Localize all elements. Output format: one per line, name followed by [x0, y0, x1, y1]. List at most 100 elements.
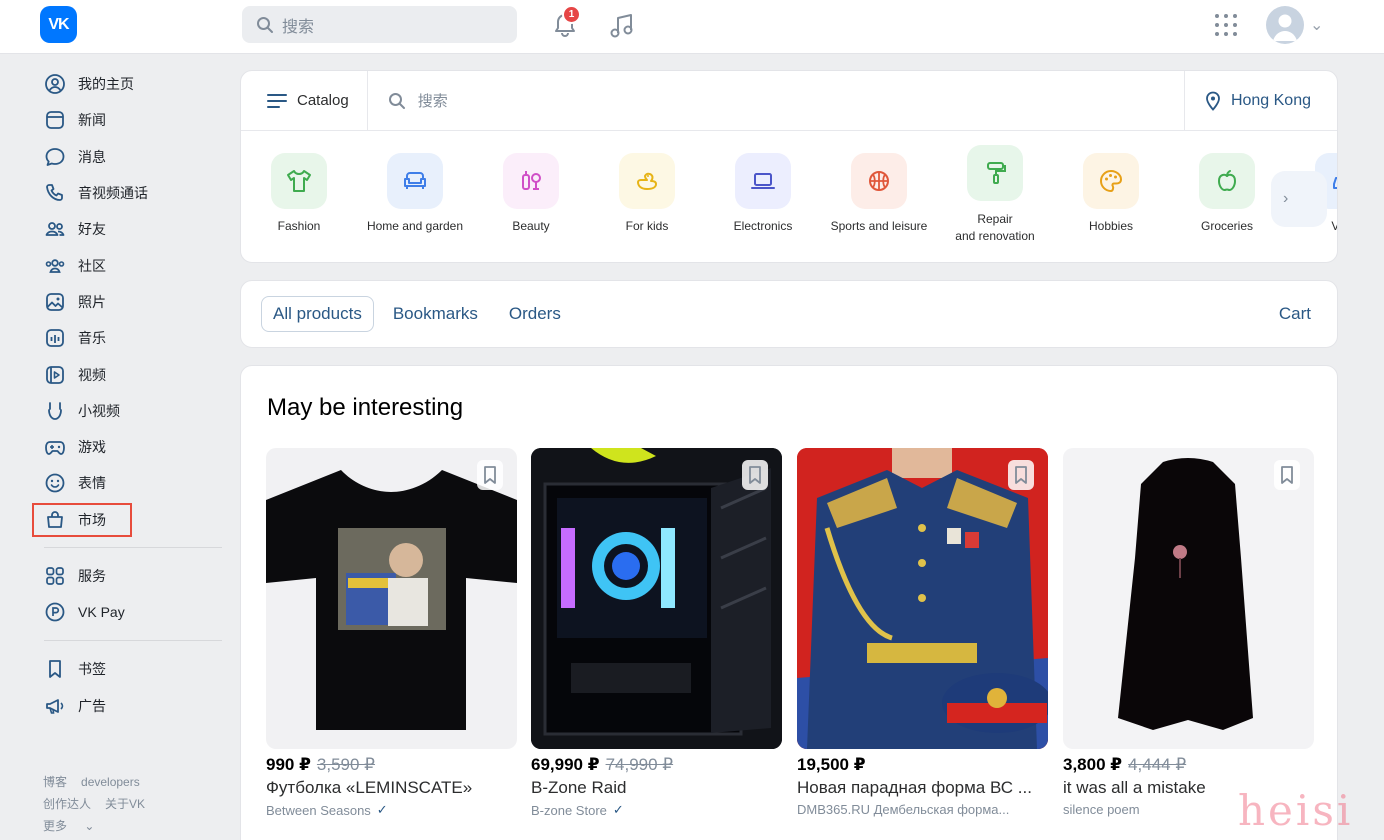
footer-link-more[interactable]: 更多 ⌄ [43, 819, 108, 833]
category-electronics[interactable]: Electronics [705, 153, 821, 233]
bookmark-toggle[interactable] [742, 460, 768, 490]
sidebar-item-calls[interactable]: 音视频通话 [32, 175, 222, 211]
category-fashion[interactable]: Fashion [241, 153, 357, 233]
footer-link-developers[interactable]: developers [81, 775, 140, 789]
tab-bookmarks[interactable]: Bookmarks [382, 297, 489, 331]
product-price: 19,500 ₽ [797, 755, 1048, 775]
top-search-input[interactable]: 搜索 [242, 6, 517, 43]
shop-name: Between Seasons [266, 802, 371, 818]
car-icon [1333, 177, 1337, 189]
music-player-button[interactable] [608, 12, 636, 45]
product-card[interactable]: 3,800 ₽4,444 ₽ it was all a mistake sile… [1063, 448, 1314, 817]
sidebar-item-market[interactable]: 市场 [32, 502, 132, 537]
sidebar-item-label: 游戏 [78, 439, 106, 456]
catalog-button[interactable]: Catalog [241, 71, 368, 130]
category-label: Electronics [733, 219, 793, 233]
cart-link[interactable]: Cart [1279, 304, 1311, 324]
footer-link-about[interactable]: 关于VK [105, 797, 145, 811]
sidebar-item-photos[interactable]: 照片 [32, 284, 222, 320]
catalog-button-label: Catalog [297, 92, 349, 109]
product-card[interactable]: 19,500 ₽ Новая парадная форма ВС ... DMB… [797, 448, 1048, 817]
search-icon [388, 92, 405, 109]
product-title[interactable]: Новая парадная форма ВС ... [797, 778, 1048, 798]
tab-orders[interactable]: Orders [498, 297, 572, 331]
product-card[interactable]: 990 ₽ 3,590 ₽ Футболка «LEMINSCATE» Betwe… [266, 448, 517, 818]
location-selector[interactable]: Hong Kong [1183, 71, 1337, 130]
product-price: 990 ₽ 3,590 ₽ [266, 755, 517, 775]
tshirt-photo-icon [266, 470, 517, 730]
left-sidebar: 我的主页 新闻 消息 音视频通话 好友 社区 照片 音乐 视频 小视频 游戏 表… [32, 66, 222, 724]
product-image-military-uniform[interactable] [797, 448, 1048, 749]
sidebar-item-community[interactable]: 社区 [32, 247, 222, 283]
profile-menu[interactable]: ⌄ [1266, 6, 1323, 44]
product-shop[interactable]: DMB365.RU Дембельская форма... [797, 802, 1048, 817]
product-title[interactable]: B-Zone Raid [531, 778, 782, 798]
catalog-search-input[interactable]: 搜索 [368, 90, 1184, 111]
location-pin-icon [1206, 91, 1220, 111]
laptop-icon [751, 173, 775, 189]
cosmetics-icon [522, 171, 541, 190]
bookmark-toggle[interactable] [1008, 460, 1034, 490]
category-home-garden[interactable]: Home and garden [357, 153, 473, 233]
category-label: Hobbies [1088, 219, 1134, 233]
sidebar-item-services[interactable]: 服务 [32, 558, 222, 594]
sidebar-item-friends[interactable]: 好友 [32, 211, 222, 247]
palette-icon [1100, 170, 1122, 192]
sidebar-item-messages[interactable]: 消息 [32, 139, 222, 175]
bookmark-toggle[interactable] [1274, 460, 1300, 490]
category-sports-leisure[interactable]: Sports and leisure [821, 153, 937, 233]
music-note-icon [610, 14, 633, 38]
newspaper-icon [46, 111, 64, 130]
sidebar-item-label: 社区 [78, 257, 106, 274]
sidebar-item-music[interactable]: 音乐 [32, 320, 222, 356]
apple-icon [1218, 170, 1236, 191]
category-label: Fashion [277, 219, 321, 233]
footer-link-creators[interactable]: 创作达人 [43, 797, 91, 811]
sidebar-item-label: 视频 [78, 366, 106, 383]
sidebar-item-bookmarks[interactable]: 书签 [32, 651, 222, 687]
shop-name: silence poem [1063, 802, 1140, 817]
sofa-icon [404, 172, 426, 189]
sidebar-item-my-page[interactable]: 我的主页 [32, 66, 222, 102]
cape-photo-icon [1118, 458, 1253, 730]
sidebar-item-news[interactable]: 新闻 [32, 102, 222, 138]
product-shop[interactable]: B-zone Store ✓ [531, 802, 782, 818]
product-card[interactable]: 69,990 ₽ 74,990 ₽ B-Zone Raid B-zone Stor… [531, 448, 782, 818]
avatar [1266, 6, 1304, 44]
sidebar-divider [44, 546, 222, 548]
product-price: 69,990 ₽ 74,990 ₽ [531, 755, 782, 775]
sidebar-item-vkpay[interactable]: VK Pay [32, 594, 222, 630]
category-beauty[interactable]: Beauty [473, 153, 589, 233]
products-section: May be interesting 990 ₽ 3,590 ₽ Футболка… [240, 365, 1338, 840]
category-hobbies[interactable]: Hobbies [1053, 153, 1169, 233]
bookmark-icon [742, 460, 768, 490]
category-label: Home and garden [366, 219, 464, 233]
tab-all-products[interactable]: All products [261, 296, 374, 332]
sidebar-item-clips[interactable]: 小视频 [32, 393, 222, 429]
apps-grid-button[interactable] [1214, 13, 1238, 37]
bookmark-toggle[interactable] [477, 460, 503, 490]
notifications-button[interactable]: 1 [552, 5, 581, 40]
categories-next-button[interactable]: › [1271, 171, 1327, 227]
sidebar-item-label: 书签 [78, 661, 106, 678]
watermark: heisi [1238, 786, 1354, 835]
product-image-pc-case[interactable] [531, 448, 782, 749]
category-repair-renovation[interactable]: Repair and renovation [937, 145, 1053, 245]
chevron-down-icon: ⌄ [1310, 17, 1324, 34]
footer-link-blog[interactable]: 博客 [43, 775, 67, 789]
product-image-black-tshirt[interactable] [266, 448, 517, 749]
category-for-kids[interactable]: For kids [589, 153, 705, 233]
sidebar-item-video[interactable]: 视频 [32, 356, 222, 392]
sidebar-item-games[interactable]: 游戏 [32, 429, 222, 465]
category-groceries[interactable]: Groceries [1169, 153, 1285, 233]
product-image-black-cape[interactable] [1063, 448, 1314, 749]
sidebar-item-label: VK Pay [78, 604, 125, 620]
vk-logo[interactable]: VK [40, 6, 77, 43]
sidebar-item-ads[interactable]: 广告 [32, 687, 222, 723]
product-title[interactable]: Футболка «LEMINSCATE» [266, 778, 517, 798]
sidebar-item-stickers[interactable]: 表情 [32, 465, 222, 501]
gamepad-icon [45, 441, 65, 456]
sidebar-item-label: 市场 [78, 511, 106, 528]
chevron-right-icon: › [1283, 190, 1289, 207]
product-shop[interactable]: Between Seasons ✓ [266, 802, 517, 818]
